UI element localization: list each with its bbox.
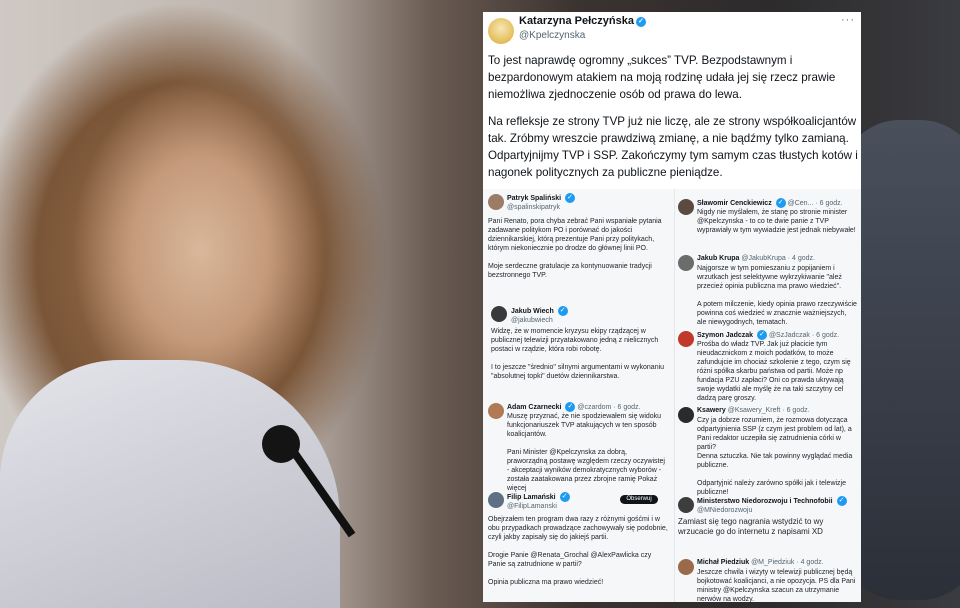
- reply-text: Pani Renato, pora chyba zebrać Pani wspa…: [488, 218, 662, 279]
- avatar: [678, 559, 694, 575]
- reply-text: Nigdy nie myślałem, że stanę po stronie …: [697, 209, 856, 234]
- replies-screenshot: Patryk Spaliński ✓ @spalinskipatryk Pani …: [483, 189, 861, 602]
- avatar: [678, 497, 694, 513]
- author-handle[interactable]: @Kpelczynska: [519, 30, 585, 41]
- reply-text: Jeszcze chwila i wizyty w telewizji publ…: [697, 569, 856, 602]
- reply-text: Zamiast się tego nagrania wstydzić to wy…: [678, 517, 824, 536]
- avatar: [491, 306, 507, 322]
- microphone: [262, 425, 300, 463]
- replies-left-column: Patryk Spaliński ✓ @spalinskipatryk Pani …: [483, 189, 674, 602]
- verified-icon: ✓: [565, 193, 576, 203]
- avatar: [678, 331, 694, 347]
- replies-right-column: Sławomir Cenckiewicz ✓ @Cen... · 6 godz.…: [674, 189, 861, 602]
- verified-icon: ✓: [775, 198, 786, 208]
- tweet-paragraph: Na refleksje ze strony TVP już nie liczę…: [488, 115, 858, 179]
- reply-header: Ministerstwo Niedorozwoju i Technofobii …: [697, 496, 857, 515]
- avatar: [488, 194, 504, 210]
- avatar: [678, 199, 694, 215]
- reply-header: Sławomir Cenckiewicz ✓ @Cen... · 6 godz.: [697, 198, 843, 208]
- avatar: [678, 255, 694, 271]
- reply-header: Adam Czarnecki ✓ @czardom · 6 godz.: [507, 402, 641, 412]
- avatar: [678, 407, 694, 423]
- tweet-header: Katarzyna Pełczyńska ✓ @Kpelczynska ···: [483, 12, 861, 52]
- verified-icon: ✓: [756, 330, 767, 340]
- verified-icon: ✓: [557, 306, 568, 316]
- author-name[interactable]: Katarzyna Pełczyńska ✓: [519, 15, 646, 27]
- avatar: [488, 403, 504, 419]
- verified-icon: ✓: [635, 17, 646, 27]
- verified-icon: ✓: [565, 402, 576, 412]
- reply-text: Muszę przyznać, że nie spodziewałem się …: [507, 413, 665, 492]
- reply-header: Jakub Wiech ✓ @jakubwiech: [511, 306, 666, 325]
- reply-text: Widzę, że w momencie kryzysu ekipy rządz…: [491, 328, 665, 380]
- reply-header: Ksawery @Ksawery_Kreft · 6 godz.: [697, 407, 810, 414]
- reply-header: Filip Lamański ✓ @FilipLamanski: [507, 492, 617, 511]
- verified-icon: ✓: [559, 492, 570, 502]
- tweet-text: To jest naprawdę ogromny „sukces” TVP. B…: [488, 52, 860, 191]
- reply-header: Szymon Jadczak ✓ @SzJadczak · 6 godz.: [697, 330, 840, 340]
- author-avatar[interactable]: [488, 18, 514, 44]
- reply-header: Jakub Krupa @JakubKrupa · 4 godz.: [697, 255, 816, 262]
- reply-text: Obejrzałem ten program dwa razy z różnym…: [488, 516, 668, 586]
- reply-header: Patryk Spaliński ✓ @spalinskipatryk: [507, 193, 667, 212]
- avatar: [488, 492, 504, 508]
- reply-header: Michał Piedziuk @M_Piedziuk · 4 godz.: [697, 559, 824, 566]
- reply-text: Czy ja dobrze rozumiem, że rozmowa dotyc…: [697, 417, 853, 496]
- follow-button[interactable]: Obserwuj: [620, 495, 658, 504]
- verified-icon: ✓: [836, 496, 847, 506]
- reply-text: Prośba do władz TVP. Jak już płacicie ty…: [697, 341, 851, 402]
- tweet-card: Katarzyna Pełczyńska ✓ @Kpelczynska ··· T…: [483, 12, 861, 602]
- more-options-icon[interactable]: ···: [841, 14, 855, 26]
- tweet-paragraph: To jest naprawdę ogromny „sukces” TVP. B…: [488, 54, 836, 101]
- jacket-shape: [0, 360, 340, 608]
- reply-text: Najgorsze w tym pomieszaniu z popijaniem…: [697, 265, 857, 326]
